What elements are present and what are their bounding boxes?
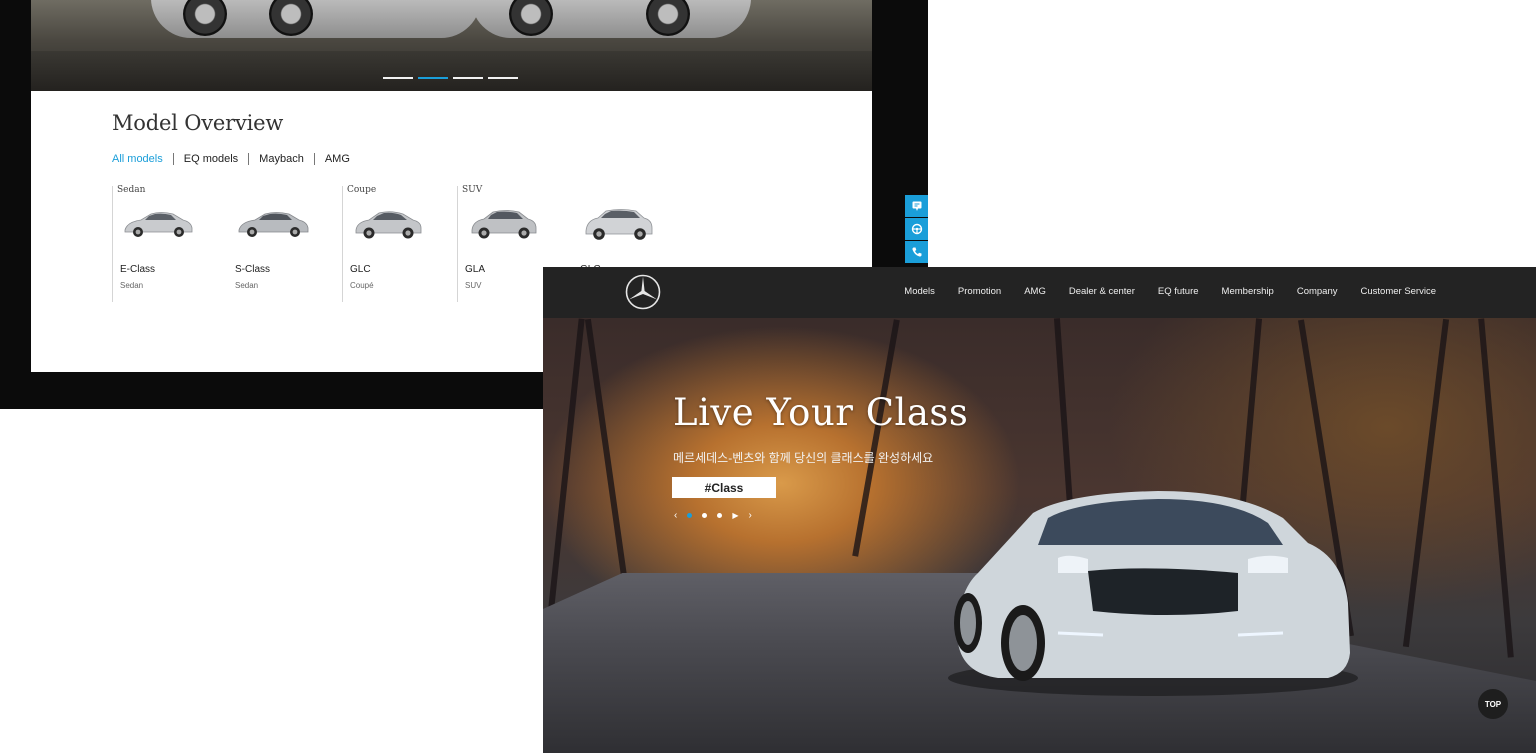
hero-slider-controls: ‹ ▶ › xyxy=(674,510,752,521)
slide-indicator[interactable] xyxy=(453,77,483,79)
next-arrow-icon[interactable]: › xyxy=(749,510,752,521)
nav-item-amg[interactable]: AMG xyxy=(1024,286,1046,297)
car-type: Sedan xyxy=(120,281,144,290)
play-icon[interactable]: ▶ xyxy=(732,511,738,520)
slide-dot[interactable] xyxy=(717,513,723,518)
slide-indicator[interactable] xyxy=(383,77,413,79)
category-label: Sedan xyxy=(117,185,146,195)
chat-icon[interactable] xyxy=(905,195,928,217)
hero-car-image xyxy=(948,491,1358,696)
car-thumbnail xyxy=(585,209,653,240)
tab-maybach[interactable]: Maybach xyxy=(248,153,314,165)
nav-item-customer-service[interactable]: Customer Service xyxy=(1361,286,1437,297)
hero-title: Live Your Class xyxy=(673,391,969,434)
car-type: Coupé xyxy=(350,281,374,290)
category-sedan: Sedan E-Class Sedan S-Class Sedan xyxy=(112,185,341,302)
nav-item-company[interactable]: Company xyxy=(1297,286,1338,297)
nav-item-membership[interactable]: Membership xyxy=(1222,286,1274,297)
nav-item-dealer-center[interactable]: Dealer & center xyxy=(1069,286,1135,297)
tab-amg[interactable]: AMG xyxy=(313,153,360,165)
car-type: SUV xyxy=(465,281,482,290)
hashtag-button[interactable]: #Class xyxy=(672,477,776,498)
steering-wheel-icon[interactable] xyxy=(905,218,928,240)
car-name: S-Class xyxy=(235,264,271,275)
prev-arrow-icon[interactable]: ‹ xyxy=(674,510,677,521)
main-menu: Models Promotion AMG Dealer & center EQ … xyxy=(881,286,1436,297)
car-type: Sedan xyxy=(235,281,259,290)
car-name: GLC xyxy=(350,264,371,275)
car-thumbnail xyxy=(471,210,537,239)
car-name: GLA xyxy=(465,264,486,275)
car-thumbnail xyxy=(124,212,193,237)
mercedes-main-window: Models Promotion AMG Dealer & center EQ … xyxy=(543,267,1536,753)
phone-icon[interactable] xyxy=(905,241,928,263)
side-quick-menu xyxy=(905,195,928,263)
car-thumbnail xyxy=(238,212,309,237)
slide-dot[interactable] xyxy=(702,513,708,518)
mercedes-star-logo-icon[interactable] xyxy=(625,274,661,310)
category-coupe: Coupe GLC Coupé xyxy=(342,185,456,302)
category-label: Coupe xyxy=(347,185,377,195)
car-name: E-Class xyxy=(120,264,156,275)
tab-eq-models[interactable]: EQ models xyxy=(172,153,248,165)
car-thumbnail xyxy=(355,211,422,239)
top-navigation-bar: Models Promotion AMG Dealer & center EQ … xyxy=(543,267,1536,318)
hero-banner: Live Your Class 메르세데스-벤츠와 함께 당신의 클래스를 완성… xyxy=(543,318,1536,753)
nav-item-models[interactable]: Models xyxy=(904,286,935,297)
page-title: Model Overview xyxy=(112,111,284,135)
hero-subtitle: 메르세데스-벤츠와 함께 당신의 클래스를 완성하세요 xyxy=(673,451,934,465)
slide-indicator[interactable] xyxy=(488,77,518,79)
tab-all-models[interactable]: All models xyxy=(112,153,173,165)
category-label: SUV xyxy=(462,185,483,195)
scroll-top-button[interactable]: TOP xyxy=(1478,689,1508,719)
nav-item-eq-future[interactable]: EQ future xyxy=(1158,286,1199,297)
nav-item-promotion[interactable]: Promotion xyxy=(958,286,1001,297)
slide-dot-active[interactable] xyxy=(687,513,693,518)
model-filter-tabs: All models EQ models Maybach AMG xyxy=(112,153,360,165)
slide-indicator-active[interactable] xyxy=(418,77,448,79)
hero-slide-indicators[interactable] xyxy=(383,77,518,79)
